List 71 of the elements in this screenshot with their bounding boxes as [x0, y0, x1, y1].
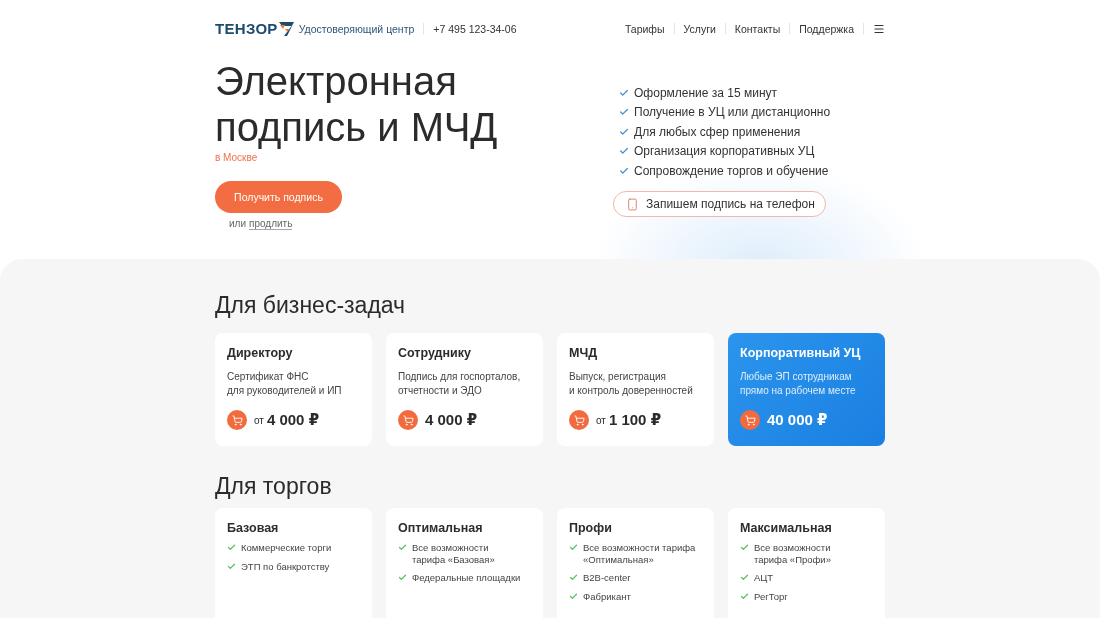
check-icon: [740, 543, 749, 552]
tariff-card[interactable]: Базовая Коммерческие торги ЭТП по банкротству: [215, 508, 372, 618]
renew-link[interactable]: продлить: [249, 218, 293, 230]
logo-mark-icon: [278, 22, 294, 36]
cart-icon[interactable]: [740, 410, 760, 430]
hero-title: Электронная подпись и МЧД: [215, 58, 499, 150]
card-title: Директору: [227, 346, 294, 361]
featured-tariff-card[interactable]: Корпоративный УЦ Любые ЭП сотрудникам прямо на рабочем месте 40 000 ₽: [728, 333, 885, 446]
feature-text: Сопровождение торгов и обучение: [634, 163, 829, 178]
check-icon: [398, 543, 407, 552]
nav-link[interactable]: Тарифы: [624, 23, 665, 35]
check-icon: [398, 573, 407, 582]
card-description: Сертификат ФНС для руководителей и ИП: [227, 370, 343, 398]
card-title: Сотруднику: [398, 346, 472, 361]
tariff-card[interactable]: Сотруднику Подпись для госпорталов, отчетности и ЭДО 4 000 ₽: [386, 333, 543, 446]
card-description: Выпуск, регистрация и контроль доверенностей: [569, 370, 694, 398]
city-label: в Москве: [215, 152, 258, 163]
price: 4 000 ₽: [266, 411, 320, 429]
feature-text: ЭТП по банкротству: [241, 560, 330, 572]
cart-icon[interactable]: [569, 410, 589, 430]
tariff-card[interactable]: Директору Сертификат ФНС для руководителей и ИП от 4 000 ₽: [215, 333, 372, 446]
price-prefix: от: [254, 414, 264, 426]
feature-text: Все возможности тарифа «Базовая»: [412, 542, 495, 565]
card-title: Базовая: [227, 521, 280, 536]
feature-text: Для любых сфер применения: [634, 124, 801, 139]
card-title: Профи: [569, 521, 613, 536]
smartphone-icon: [626, 198, 639, 211]
feature-text: Получение в УЦ или дистанционно: [634, 105, 831, 120]
section-title: Для бизнес-задач: [215, 291, 407, 320]
feature-text: РегТорг: [754, 590, 788, 602]
card-title: Оптимальная: [398, 521, 484, 536]
cart-icon[interactable]: [227, 410, 247, 430]
phone-signature-button[interactable]: Запишем подпись на телефон: [613, 191, 826, 218]
check-icon: [619, 87, 629, 98]
card-title: Максимальная: [740, 521, 833, 536]
tariff-card[interactable]: Профи Все возможности тарифа «Оптимальная» B2B-center Фабрикант: [557, 508, 714, 618]
tariff-card[interactable]: МЧД Выпуск, регистрация и контроль доверенностей от 1 100 ₽: [557, 333, 714, 446]
tariff-card[interactable]: Оптимальная Все возможности тарифа «Базовая» Федеральные площадки: [386, 508, 543, 618]
feature-text: Все возможности тарифа «Профи»: [754, 542, 831, 565]
price-prefix: от: [596, 414, 606, 426]
feature-text: Федеральные площадки: [412, 572, 521, 584]
menu-icon[interactable]: [873, 23, 885, 35]
section-title: Для торгов: [215, 472, 333, 501]
feature-text: Фабрикант: [583, 590, 631, 602]
nav-link[interactable]: Услуги: [683, 23, 716, 35]
check-icon: [619, 146, 629, 157]
nav-link[interactable]: Поддержка: [799, 23, 854, 35]
check-icon: [619, 165, 629, 176]
feature-text: Оформление за 15 минут: [634, 85, 778, 100]
feature-text: Организация корпоративных УЦ: [634, 144, 815, 159]
feature-text: АЦТ: [754, 572, 774, 584]
card-description: Подпись для госпорталов, отчетности и ЭДО: [398, 370, 522, 398]
price: 1 100 ₽: [608, 411, 662, 429]
cart-icon[interactable]: [398, 410, 418, 430]
card-description: Любые ЭП сотрудникам прямо на рабочем месте: [740, 370, 857, 398]
feature-text: Все возможности тарифа «Оптимальная»: [583, 542, 696, 565]
price: 4 000 ₽: [425, 411, 478, 429]
tariff-card[interactable]: Максимальная Все возможности тарифа «Профи» АЦТ РегТорг: [728, 508, 885, 618]
nav-link[interactable]: Контакты: [734, 23, 781, 35]
card-title: Корпоративный УЦ: [740, 346, 862, 361]
price: 40 000 ₽: [767, 411, 828, 429]
renew-prefix: или: [229, 218, 246, 229]
feature-text: B2B-center: [583, 572, 631, 584]
card-title: МЧД: [569, 346, 599, 361]
phone-number[interactable]: +7 495 123-34-06: [433, 23, 517, 35]
check-icon: [569, 543, 578, 552]
logo-caption: Удостоверяющий центр: [298, 23, 415, 35]
logo-wordmark[interactable]: ТЕНЗОР: [215, 20, 278, 38]
check-icon: [619, 107, 629, 118]
check-icon: [619, 126, 629, 137]
feature-text: Коммерческие торги: [241, 542, 332, 554]
